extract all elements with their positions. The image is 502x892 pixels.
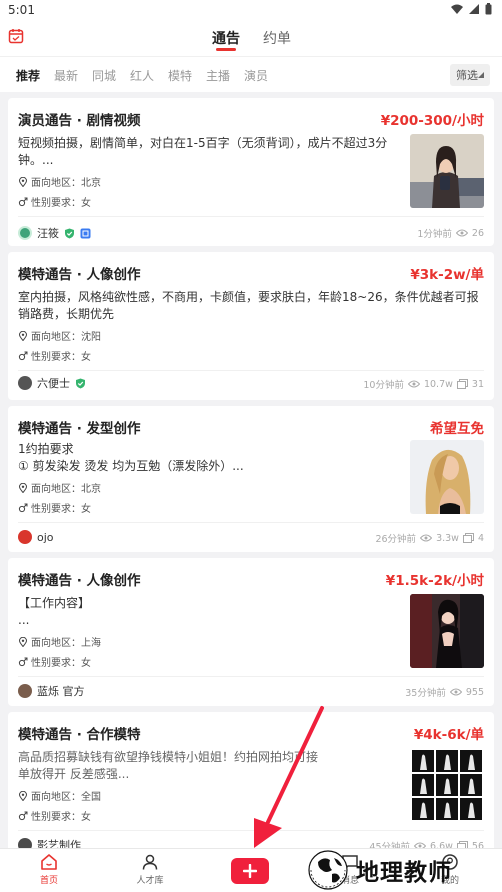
watermark-text: 地理教师 [356,859,452,886]
nav-home[interactable]: 首页 [24,853,74,886]
nav-talent[interactable]: 人才库 [125,853,175,886]
plus-icon [243,864,257,878]
watermark: 地理教师 [306,848,502,892]
person-icon [142,854,158,870]
add-post-button[interactable] [231,858,269,884]
annotation-arrow [254,706,324,848]
globe-logo-icon [308,850,348,890]
home-icon [41,854,57,870]
